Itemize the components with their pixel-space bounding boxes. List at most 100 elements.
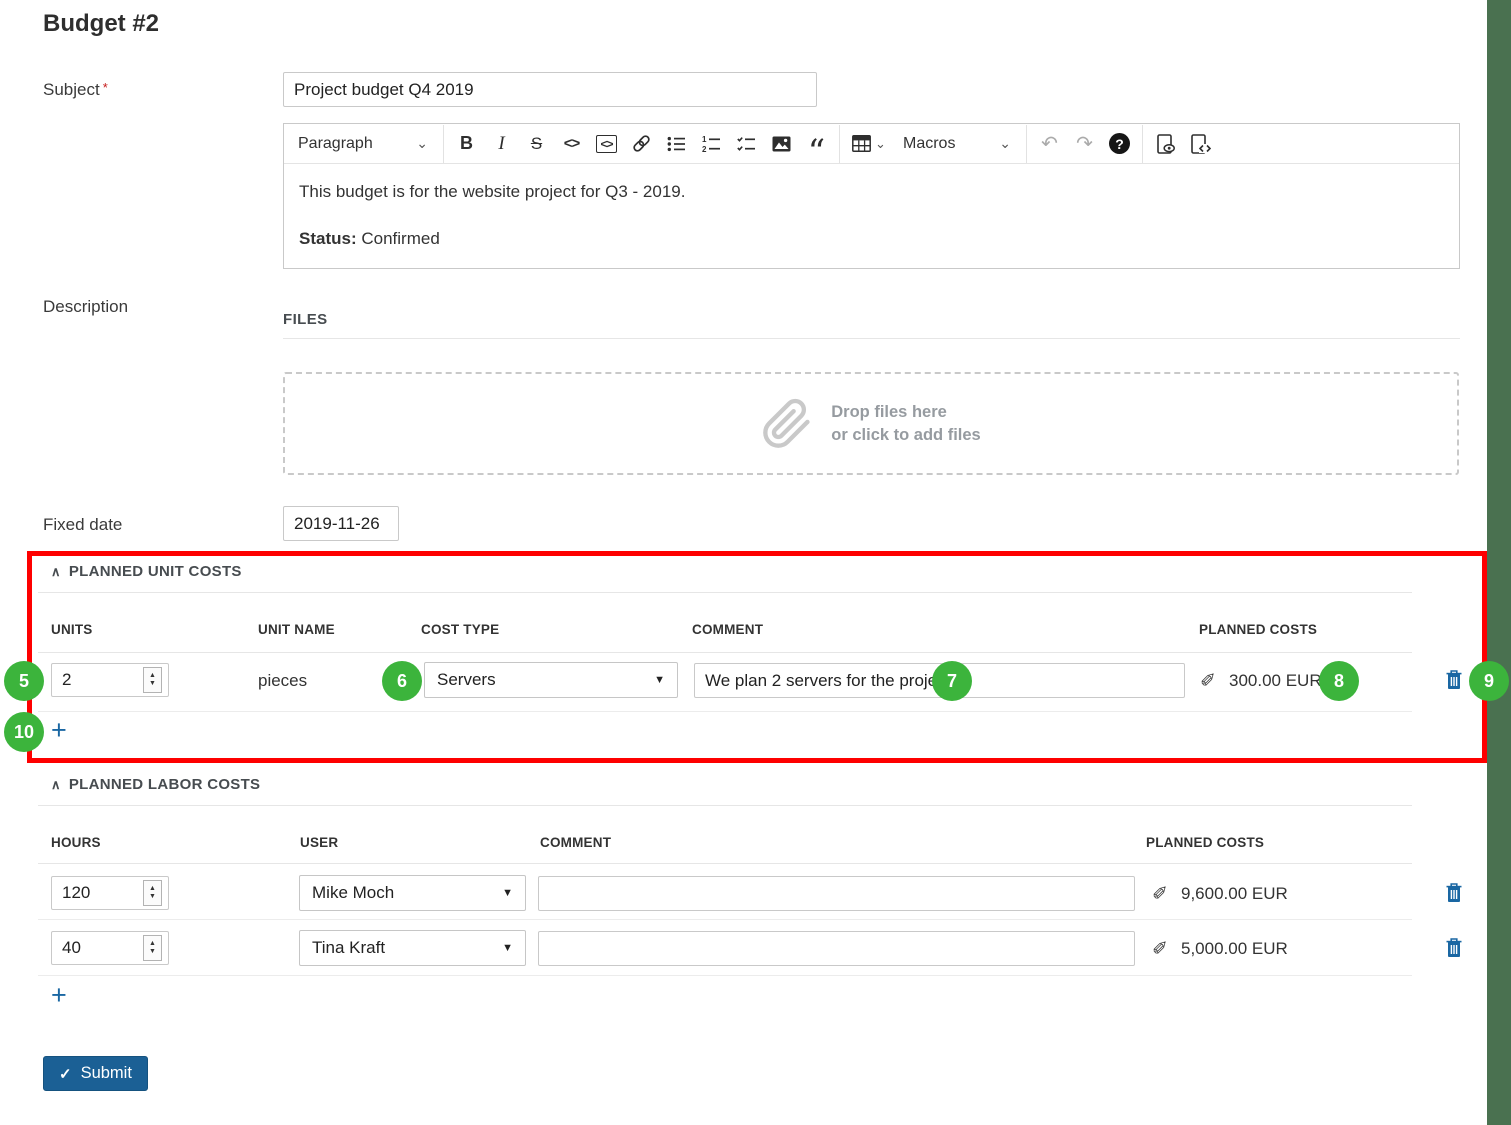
toolbar-divider bbox=[1026, 125, 1027, 163]
file-drop-zone[interactable]: Drop files here or click to add files bbox=[283, 372, 1459, 475]
numbered-list-icon[interactable]: 12 bbox=[694, 127, 729, 161]
edit-pencil-icon[interactable]: ✎ bbox=[1152, 879, 1168, 902]
labor-comment-input[interactable] bbox=[538, 931, 1135, 966]
bold-icon[interactable]: B bbox=[449, 127, 484, 161]
preview-icon[interactable] bbox=[1148, 127, 1183, 161]
units-stepper[interactable]: 2 ▲ ▼ bbox=[51, 663, 169, 697]
description-editor: Paragraph ⌄ B I S <> <> 12 bbox=[283, 123, 1460, 269]
annotation-badge-10: 10 bbox=[4, 712, 44, 752]
todo-list-icon[interactable] bbox=[729, 127, 764, 161]
drop-zone-text: Drop files here or click to add files bbox=[831, 401, 980, 446]
code-block-icon[interactable]: <> bbox=[589, 127, 624, 161]
fixed-date-input[interactable] bbox=[283, 506, 399, 541]
editor-paragraph: This budget is for the website project f… bbox=[299, 182, 1444, 202]
redo-icon[interactable]: ↷ bbox=[1067, 127, 1102, 161]
insert-table-icon[interactable]: ⌄ bbox=[845, 127, 893, 161]
hours-stepper[interactable]: 120 ▲ ▼ bbox=[51, 876, 169, 910]
row-divider bbox=[38, 711, 1412, 712]
annotation-badge-5: 5 bbox=[4, 661, 44, 701]
column-header-planned-costs: PLANNED COSTS bbox=[1199, 622, 1317, 637]
editor-toolbar: Paragraph ⌄ B I S <> <> 12 bbox=[284, 124, 1459, 164]
delete-trash-icon[interactable] bbox=[1446, 670, 1462, 690]
subject-label: Subject* bbox=[43, 80, 108, 100]
toolbar-divider bbox=[1142, 125, 1143, 163]
svg-text:1: 1 bbox=[702, 135, 707, 144]
user-select[interactable]: Mike Moch ▼ bbox=[299, 875, 526, 911]
column-header-comment: COMMENT bbox=[540, 835, 611, 850]
page-background-strip bbox=[1487, 0, 1511, 1125]
description-label: Description bbox=[43, 297, 128, 317]
paragraph-style-dropdown[interactable]: Paragraph ⌄ bbox=[288, 128, 438, 160]
spinner-arrows-icon[interactable]: ▲ ▼ bbox=[143, 880, 162, 906]
labor-planned-costs-value: 5,000.00 EUR bbox=[1181, 939, 1288, 959]
files-heading: FILES bbox=[283, 311, 328, 328]
delete-trash-icon[interactable] bbox=[1446, 883, 1462, 903]
editor-status-line: Status: Confirmed bbox=[299, 229, 1444, 249]
collapse-caret-icon: ∧ bbox=[51, 564, 61, 580]
column-header-hours: HOURS bbox=[51, 835, 101, 850]
collapse-caret-icon: ∧ bbox=[51, 777, 61, 793]
italic-icon[interactable]: I bbox=[484, 127, 519, 161]
select-arrow-icon: ▼ bbox=[502, 942, 513, 954]
unit-name-value: pieces bbox=[258, 671, 307, 691]
annotation-badge-6: 6 bbox=[382, 661, 422, 701]
chevron-down-icon: ⌄ bbox=[875, 136, 886, 152]
bulleted-list-icon[interactable] bbox=[659, 127, 694, 161]
column-header-comment: COMMENT bbox=[692, 622, 763, 637]
link-icon[interactable] bbox=[624, 127, 659, 161]
subject-input[interactable] bbox=[283, 72, 817, 107]
editor-content[interactable]: This budget is for the website project f… bbox=[284, 164, 1459, 267]
section-divider bbox=[38, 805, 1412, 806]
unit-planned-costs-value: 300.00 EUR bbox=[1229, 671, 1322, 691]
column-header-user: USER bbox=[300, 835, 338, 850]
required-asterisk: * bbox=[103, 80, 108, 95]
chevron-down-icon: ⌄ bbox=[416, 135, 428, 152]
strikethrough-icon[interactable]: S bbox=[519, 127, 554, 161]
budget-edit-page: Budget #2 Subject* Paragraph ⌄ B I S <> … bbox=[0, 0, 1511, 1125]
view-source-icon[interactable] bbox=[1183, 127, 1218, 161]
annotation-highlight-rectangle bbox=[27, 551, 1487, 763]
delete-trash-icon[interactable] bbox=[1446, 938, 1462, 958]
files-divider bbox=[283, 338, 1460, 339]
annotation-badge-9: 9 bbox=[1469, 661, 1509, 701]
macros-dropdown[interactable]: Macros ⌄ bbox=[893, 128, 1021, 160]
annotation-badge-8: 8 bbox=[1319, 661, 1359, 701]
column-header-unit-name: UNIT NAME bbox=[258, 622, 335, 637]
spinner-arrows-icon[interactable]: ▲ ▼ bbox=[143, 667, 162, 693]
edit-pencil-icon[interactable]: ✎ bbox=[1152, 934, 1168, 957]
labor-planned-costs-value: 9,600.00 EUR bbox=[1181, 884, 1288, 904]
annotation-badge-7: 7 bbox=[932, 661, 972, 701]
user-select[interactable]: Tina Kraft ▼ bbox=[299, 930, 526, 966]
planned-labor-costs-toggle[interactable]: ∧ PLANNED LABOR COSTS bbox=[51, 776, 260, 793]
inline-code-icon[interactable]: <> bbox=[554, 127, 589, 161]
check-icon: ✓ bbox=[59, 1065, 72, 1083]
chevron-down-icon: ⌄ bbox=[999, 135, 1011, 152]
spinner-arrows-icon[interactable]: ▲ ▼ bbox=[143, 935, 162, 961]
section-divider bbox=[38, 592, 1412, 593]
cost-type-select[interactable]: Servers ▼ bbox=[424, 662, 678, 698]
column-header-units: UNITS bbox=[51, 622, 93, 637]
column-header-cost-type: COST TYPE bbox=[421, 622, 499, 637]
undo-icon[interactable]: ↶ bbox=[1032, 127, 1067, 161]
svg-text:2: 2 bbox=[702, 145, 707, 153]
labor-comment-input[interactable] bbox=[538, 876, 1135, 911]
table-divider bbox=[38, 652, 1412, 653]
help-icon[interactable]: ? bbox=[1102, 127, 1137, 161]
row-divider bbox=[38, 975, 1412, 976]
select-arrow-icon: ▼ bbox=[654, 674, 665, 686]
edit-pencil-icon[interactable]: ✎ bbox=[1200, 666, 1216, 689]
toolbar-divider bbox=[839, 125, 840, 163]
hours-stepper[interactable]: 40 ▲ ▼ bbox=[51, 931, 169, 965]
fixed-date-label: Fixed date bbox=[43, 515, 122, 535]
planned-unit-costs-toggle[interactable]: ∧ PLANNED UNIT COSTS bbox=[51, 563, 242, 580]
column-header-planned-costs: PLANNED COSTS bbox=[1146, 835, 1264, 850]
select-arrow-icon: ▼ bbox=[502, 887, 513, 899]
image-icon[interactable] bbox=[764, 127, 799, 161]
submit-button[interactable]: ✓ Submit bbox=[43, 1056, 148, 1091]
table-divider bbox=[38, 863, 1412, 864]
toolbar-divider bbox=[443, 125, 444, 163]
paperclip-icon bbox=[761, 398, 813, 450]
block-quote-icon[interactable]: “ bbox=[799, 127, 834, 161]
add-labor-cost-button[interactable]: + bbox=[51, 983, 67, 1007]
add-unit-cost-button[interactable]: + bbox=[51, 718, 67, 742]
